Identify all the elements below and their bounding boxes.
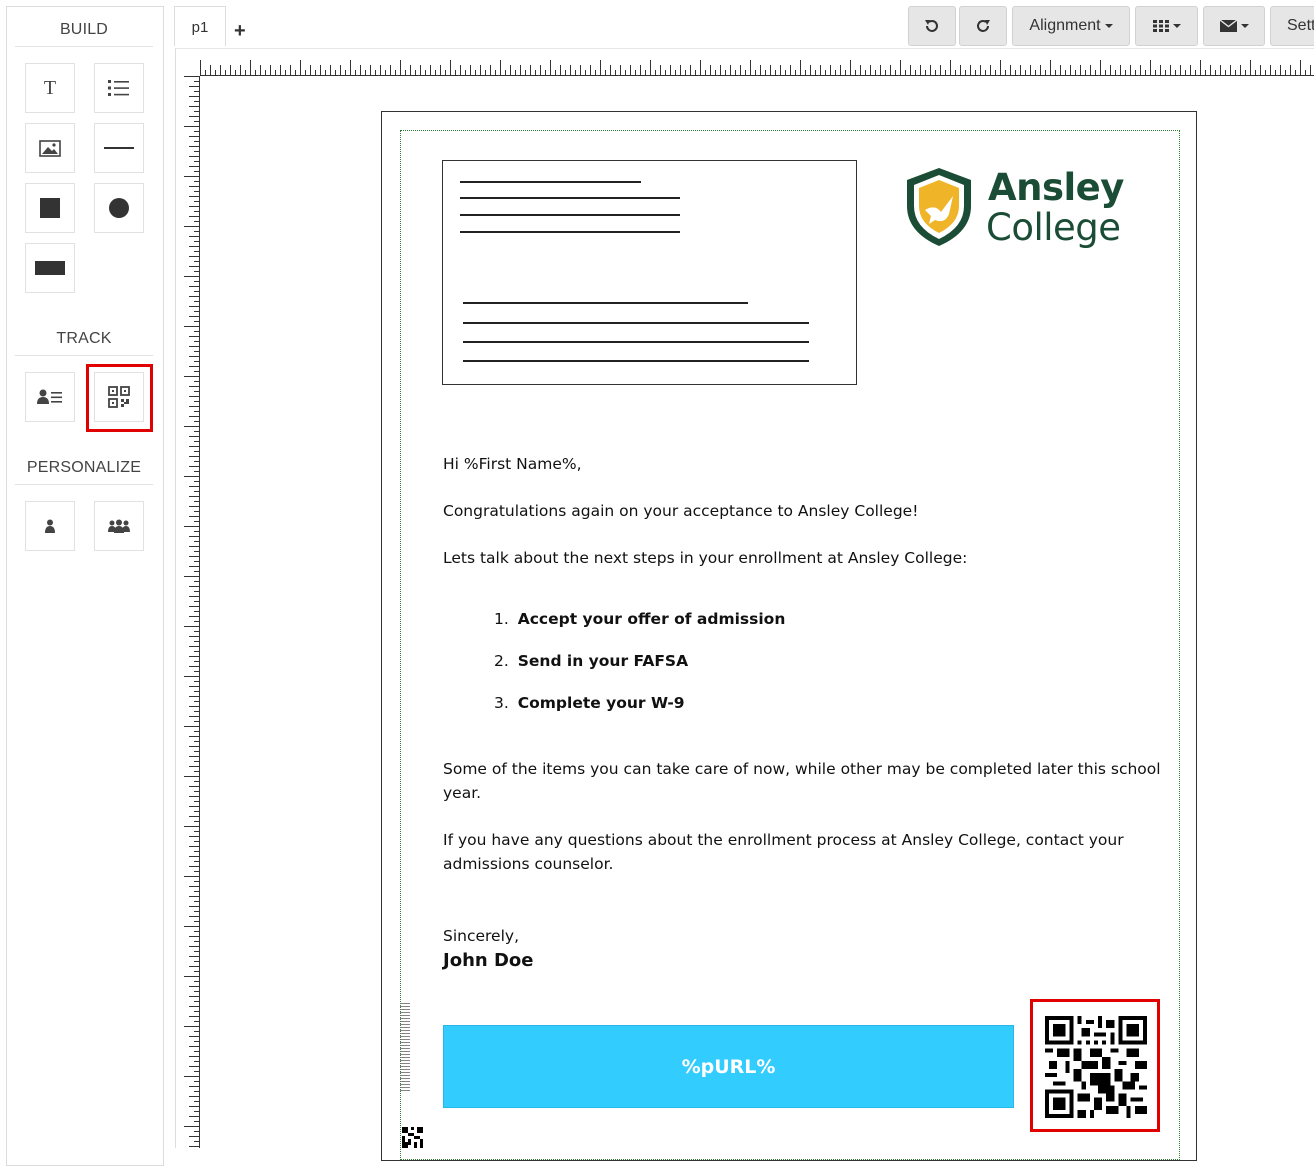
recipient-address-line xyxy=(463,302,748,304)
list-number: 1. xyxy=(494,610,509,628)
group-tool-button[interactable] xyxy=(94,501,144,551)
image-tool-button[interactable] xyxy=(25,123,75,173)
alignment-label: Alignment xyxy=(1029,17,1101,34)
undo-icon xyxy=(925,20,938,32)
user-icon xyxy=(45,519,55,533)
greeting-text[interactable]: Hi %First Name%, xyxy=(443,452,582,476)
line-icon xyxy=(104,147,134,149)
return-address-line xyxy=(460,197,680,199)
rectangle-icon xyxy=(35,261,65,275)
personalize-section-title: PERSONALIZE xyxy=(26,459,142,476)
envelope-icon xyxy=(1219,20,1237,32)
text-icon: T xyxy=(43,76,57,99)
list-number: 3. xyxy=(494,694,509,712)
track-section-title: TRACK xyxy=(56,330,112,347)
circle-icon xyxy=(109,198,129,218)
list-tool-button[interactable] xyxy=(94,63,144,113)
caret-down-icon xyxy=(1240,24,1249,28)
add-page-button[interactable]: + xyxy=(234,20,246,43)
recipient-address-line xyxy=(463,341,809,343)
redo-icon xyxy=(977,20,990,32)
shield-logo-icon xyxy=(907,168,971,246)
return-address-line xyxy=(460,181,641,183)
caret-down-icon xyxy=(1172,24,1181,28)
paragraph-line[interactable]: year. xyxy=(443,781,481,805)
mail-dropdown[interactable] xyxy=(1203,6,1265,46)
list-number: 2. xyxy=(494,652,509,670)
grid-dropdown[interactable] xyxy=(1135,6,1198,46)
recipient-address-line xyxy=(463,360,809,362)
divider xyxy=(15,46,153,47)
list-item-text: Accept your offer of admission xyxy=(517,610,786,628)
redo-button[interactable] xyxy=(959,6,1007,46)
settings-label: Sett xyxy=(1287,17,1314,34)
horizontal-ruler xyxy=(200,60,1314,76)
square-icon xyxy=(40,198,60,218)
ruler-edge xyxy=(200,75,1314,76)
settings-button[interactable]: Sett xyxy=(1270,6,1314,46)
paragraph-line[interactable]: If you have any questions about the enro… xyxy=(443,828,1124,852)
signature-text[interactable]: John Doe xyxy=(443,949,533,973)
ruler-edge xyxy=(199,76,200,1148)
return-address-line xyxy=(460,214,680,216)
barcode-icon xyxy=(402,1127,423,1148)
list-item[interactable]: 1. Accept your offer of admission xyxy=(494,610,785,628)
next-steps-text[interactable]: Lets talk about the next steps in your e… xyxy=(443,546,967,570)
users-icon xyxy=(108,519,130,533)
qr-code-highlight xyxy=(1030,999,1160,1132)
tool-sidebar: BUILD T TRACK PERSONALIZE xyxy=(6,6,164,1166)
paragraph-line[interactable]: admissions counselor. xyxy=(443,852,613,876)
divider xyxy=(15,484,153,485)
single-person-tool-button[interactable] xyxy=(25,501,75,551)
vertical-ruler xyxy=(184,76,200,1148)
logo-line-1: Ansley xyxy=(988,166,1124,209)
list-icon xyxy=(108,80,129,96)
qr-tool-highlight xyxy=(86,364,153,432)
alignment-dropdown[interactable]: Alignment xyxy=(1012,6,1130,46)
divider xyxy=(15,355,153,356)
caret-down-icon xyxy=(1104,24,1113,28)
image-icon xyxy=(39,139,61,157)
build-section-title: BUILD xyxy=(59,21,109,38)
grid-icon xyxy=(1152,20,1169,32)
rectangle-tool-button[interactable] xyxy=(25,243,75,293)
address-block[interactable] xyxy=(442,160,857,385)
line-tool-button[interactable] xyxy=(94,123,144,173)
closing-text[interactable]: Sincerely, xyxy=(443,924,519,948)
undo-button[interactable] xyxy=(908,6,956,46)
paragraph-line[interactable]: Some of the items you can take care of n… xyxy=(443,757,1161,781)
text-tool-button[interactable]: T xyxy=(25,63,75,113)
list-item-text: Send in your FAFSA xyxy=(517,652,689,670)
vertical-code-strip xyxy=(400,1003,410,1091)
list-item[interactable]: 3. Complete your W-9 xyxy=(494,694,685,712)
square-tool-button[interactable] xyxy=(25,183,75,233)
user-list-icon xyxy=(37,389,62,404)
congrats-text[interactable]: Congratulations again on your acceptance… xyxy=(443,499,918,523)
purl-button[interactable]: %pURL% xyxy=(443,1025,1014,1108)
tab-p1[interactable]: p1 xyxy=(174,6,226,46)
circle-tool-button[interactable] xyxy=(94,183,144,233)
recipient-address-line xyxy=(463,322,809,324)
contact-field-tool-button[interactable] xyxy=(25,372,75,422)
list-item[interactable]: 2. Send in your FAFSA xyxy=(494,652,688,670)
return-address-line xyxy=(460,231,680,233)
list-item-text: Complete your W-9 xyxy=(517,694,685,712)
logo-line-2: College xyxy=(986,206,1121,249)
